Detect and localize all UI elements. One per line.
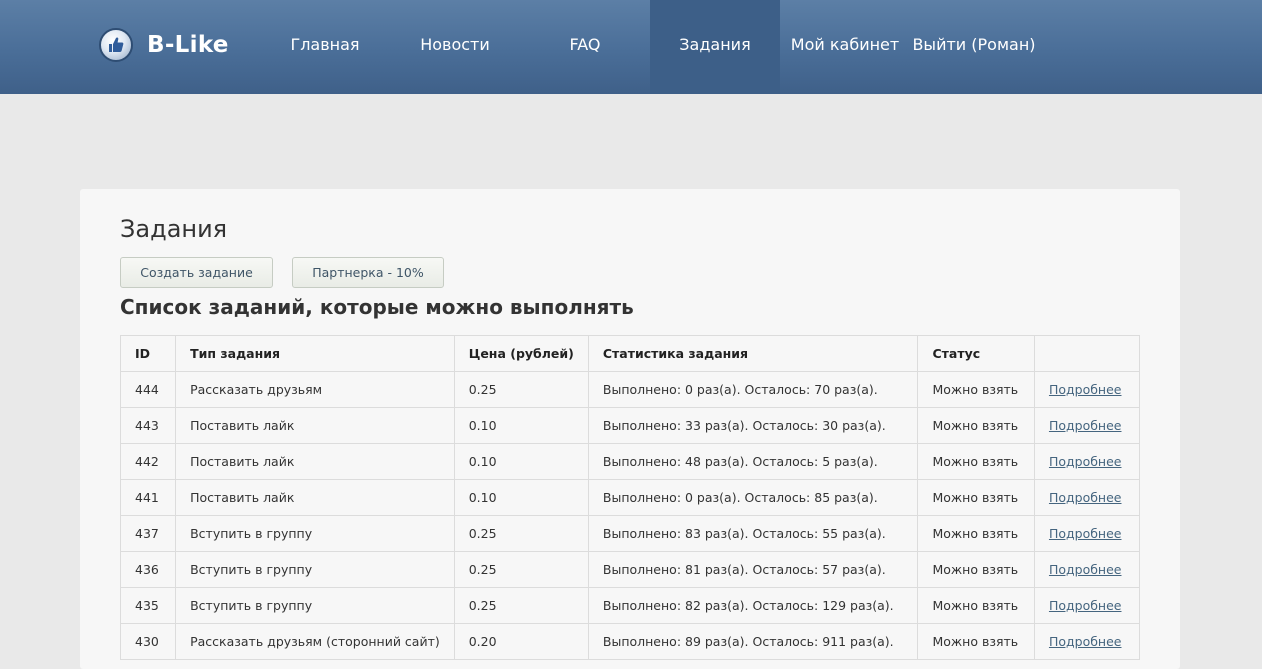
table-row: 437 Вступить в группу 0.25 Выполнено: 83…	[119, 515, 1141, 552]
task-details-link[interactable]: Подробнее	[1049, 418, 1122, 433]
task-price: 0.10	[453, 443, 589, 480]
page-title: Задания	[120, 215, 228, 243]
task-details-link[interactable]: Подробнее	[1049, 526, 1122, 541]
task-details-cell: Подробнее	[1033, 587, 1141, 624]
task-price: 0.25	[453, 587, 589, 624]
task-status: Можно взять	[917, 551, 1035, 588]
nav-item-home[interactable]: Главная	[260, 0, 390, 94]
task-type: Поставить лайк	[175, 479, 455, 516]
task-id: 437	[119, 515, 177, 552]
thumbs-up-icon	[99, 28, 133, 62]
task-price: 0.25	[453, 515, 589, 552]
task-type: Рассказать друзьям	[175, 371, 455, 408]
task-details-cell: Подробнее	[1033, 515, 1141, 552]
nav-item-news[interactable]: Новости	[390, 0, 520, 94]
table-row: 435 Вступить в группу 0.25 Выполнено: 82…	[119, 587, 1141, 624]
task-type: Вступить в группу	[175, 515, 455, 552]
task-status: Можно взять	[917, 371, 1035, 408]
task-type: Вступить в группу	[175, 551, 455, 588]
column-header-price: Цена (рублей)	[453, 335, 589, 372]
nav-item-faq[interactable]: FAQ	[520, 0, 650, 94]
task-stats: Выполнено: 82 раз(а). Осталось: 129 раз(…	[587, 587, 919, 624]
task-stats: Выполнено: 83 раз(а). Осталось: 55 раз(а…	[587, 515, 919, 552]
task-id: 442	[119, 443, 177, 480]
task-id: 441	[119, 479, 177, 516]
task-details-cell: Подробнее	[1033, 623, 1141, 660]
nav-item-cabinet[interactable]: Мой кабинет	[784, 0, 906, 94]
task-type: Поставить лайк	[175, 407, 455, 444]
task-id: 444	[119, 371, 177, 408]
create-task-button[interactable]: Создать задание	[120, 257, 273, 288]
task-stats: Выполнено: 0 раз(а). Осталось: 70 раз(а)…	[587, 371, 919, 408]
table-header-row: ID Тип задания Цена (рублей) Статистика …	[119, 335, 1141, 372]
task-status: Можно взять	[917, 623, 1035, 660]
task-details-link[interactable]: Подробнее	[1049, 634, 1122, 649]
task-status: Можно взять	[917, 515, 1035, 552]
partner-program-button[interactable]: Партнерка - 10%	[292, 257, 444, 288]
task-type: Рассказать друзьям (сторонний сайт)	[175, 623, 455, 660]
nav-item-logout[interactable]: Выйти (Роман)	[910, 0, 1038, 94]
task-details-link[interactable]: Подробнее	[1049, 454, 1122, 469]
task-status: Можно взять	[917, 407, 1035, 444]
task-details-cell: Подробнее	[1033, 443, 1141, 480]
task-price: 0.20	[453, 623, 589, 660]
task-status: Можно взять	[917, 443, 1035, 480]
task-details-link[interactable]: Подробнее	[1049, 598, 1122, 613]
task-details-cell: Подробнее	[1033, 551, 1141, 588]
task-price: 0.10	[453, 479, 589, 516]
task-price: 0.10	[453, 407, 589, 444]
tasks-table: ID Тип задания Цена (рублей) Статистика …	[119, 335, 1141, 660]
task-details-link[interactable]: Подробнее	[1049, 490, 1122, 505]
task-details-link[interactable]: Подробнее	[1049, 382, 1122, 397]
site-logo[interactable]: B-Like	[99, 28, 229, 62]
task-id: 430	[119, 623, 177, 660]
task-id: 443	[119, 407, 177, 444]
task-type: Поставить лайк	[175, 443, 455, 480]
task-stats: Выполнено: 89 раз(а). Осталось: 911 раз(…	[587, 623, 919, 660]
table-row: 436 Вступить в группу 0.25 Выполнено: 81…	[119, 551, 1141, 588]
task-id: 435	[119, 587, 177, 624]
column-header-type: Тип задания	[175, 335, 455, 372]
task-type: Вступить в группу	[175, 587, 455, 624]
table-row: 441 Поставить лайк 0.10 Выполнено: 0 раз…	[119, 479, 1141, 516]
main-content-panel: Задания Создать задание Партнерка - 10% …	[80, 189, 1180, 669]
task-details-cell: Подробнее	[1033, 371, 1141, 408]
task-status: Можно взять	[917, 587, 1035, 624]
table-row: 430 Рассказать друзьям (сторонний сайт) …	[119, 623, 1141, 660]
task-stats: Выполнено: 33 раз(а). Осталось: 30 раз(а…	[587, 407, 919, 444]
task-price: 0.25	[453, 551, 589, 588]
task-status: Можно взять	[917, 479, 1035, 516]
table-row: 442 Поставить лайк 0.10 Выполнено: 48 ра…	[119, 443, 1141, 480]
task-stats: Выполнено: 48 раз(а). Осталось: 5 раз(а)…	[587, 443, 919, 480]
column-header-stats: Статистика задания	[587, 335, 919, 372]
task-price: 0.25	[453, 371, 589, 408]
task-stats: Выполнено: 0 раз(а). Осталось: 85 раз(а)…	[587, 479, 919, 516]
task-id: 436	[119, 551, 177, 588]
tasks-list-subtitle: Список заданий, которые можно выполнять	[120, 295, 634, 319]
nav-item-tasks[interactable]: Задания	[650, 0, 780, 94]
task-details-link[interactable]: Подробнее	[1049, 562, 1122, 577]
logo-text: B-Like	[147, 32, 229, 58]
task-stats: Выполнено: 81 раз(а). Осталось: 57 раз(а…	[587, 551, 919, 588]
table-row: 444 Рассказать друзьям 0.25 Выполнено: 0…	[119, 371, 1141, 408]
column-header-status: Статус	[917, 335, 1035, 372]
column-header-actions	[1033, 335, 1141, 372]
top-navigation-bar: B-Like Главная Новости FAQ Задания Мой к…	[0, 0, 1262, 94]
column-header-id: ID	[119, 335, 177, 372]
task-details-cell: Подробнее	[1033, 407, 1141, 444]
table-row: 443 Поставить лайк 0.10 Выполнено: 33 ра…	[119, 407, 1141, 444]
task-details-cell: Подробнее	[1033, 479, 1141, 516]
